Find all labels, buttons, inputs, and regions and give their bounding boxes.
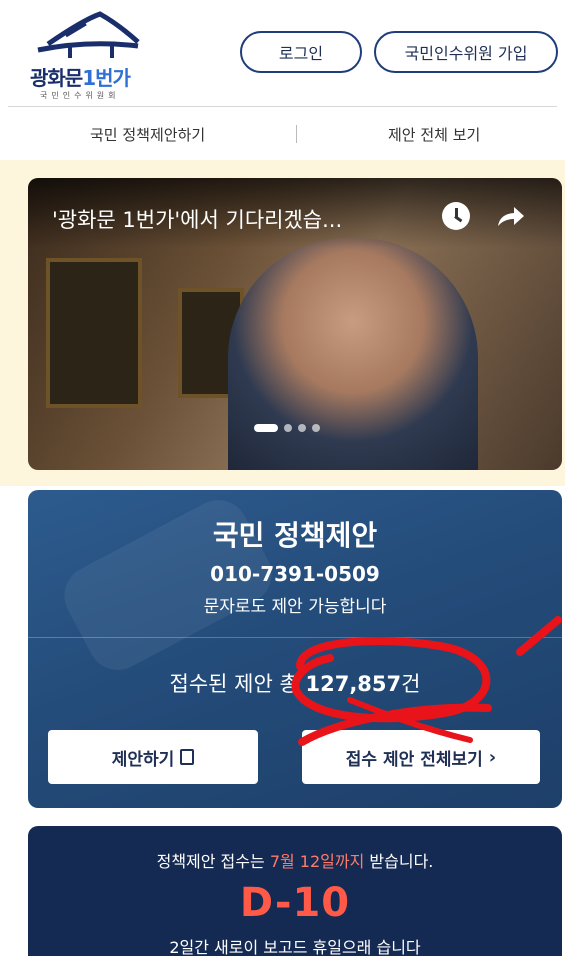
mobile-icon <box>180 749 195 765</box>
deadline-banner: 정책제안 접수는 7월 12일까지 받습니다. D-10 2일간 새로이 보고드… <box>28 826 562 957</box>
video-thumbnail <box>228 238 478 470</box>
proposal-phone-number[interactable]: 010-7391-0509 <box>28 562 562 586</box>
view-all-proposals-button[interactable]: 접수 제안 전체보기 › <box>302 730 540 784</box>
hero-section: '광화문 1번가'에서 기다리겠습... <box>0 160 565 486</box>
header-divider <box>8 106 557 107</box>
share-icon[interactable] <box>494 202 526 230</box>
logo-wordmark: 광화문1번가 <box>30 66 131 90</box>
logo-subtitle: 국민인수위원회 <box>40 91 120 100</box>
header: 광화문1번가 국민인수위원회 로그인 국민인수위원 가입 <box>0 0 565 108</box>
video-player[interactable]: '광화문 1번가'에서 기다리겠습... <box>28 178 562 470</box>
deadline-footer-text: 2일간 새로이 보고드 휴일으래 습니다 <box>169 938 421 957</box>
slide-dot[interactable] <box>298 424 306 432</box>
chevron-right-icon: › <box>488 746 497 768</box>
nav-separator <box>296 125 297 143</box>
proposal-count-value: 127,857 <box>305 672 402 696</box>
portrait-frame <box>46 258 142 408</box>
policy-proposal-card: 국민 정책제안 010-7391-0509 문자로도 제안 가능합니다 접수된 … <box>28 490 562 808</box>
proposal-sms-note: 문자로도 제안 가능합니다 <box>203 597 387 617</box>
slide-dot[interactable] <box>284 424 292 432</box>
join-button[interactable]: 국민인수위원 가입 <box>374 31 558 73</box>
d-day-counter: D-10 <box>239 880 351 926</box>
login-button[interactable]: 로그인 <box>240 31 362 73</box>
nav-view-all-proposals[interactable]: 제안 전체 보기 <box>388 124 480 145</box>
roof-logo-icon <box>37 11 140 58</box>
site-logo[interactable]: 광화문1번가 국민인수위원회 <box>28 10 148 100</box>
slide-dot[interactable] <box>254 424 278 432</box>
proposal-count: 접수된 제안 총 127,857건 <box>169 672 421 696</box>
slide-dot[interactable] <box>312 424 320 432</box>
slide-indicator <box>254 424 320 432</box>
proposal-divider <box>28 637 562 638</box>
propose-button[interactable]: 제안하기 <box>48 730 258 784</box>
sub-navigation: 국민 정책제안하기 제안 전체 보기 <box>0 108 565 160</box>
deadline-notice: 정책제안 접수는 7월 12일까지 받습니다. <box>156 852 434 871</box>
nav-propose-policy[interactable]: 국민 정책제안하기 <box>90 124 205 145</box>
clock-icon[interactable] <box>442 202 470 230</box>
video-title: '광화문 1번가'에서 기다리겠습... <box>52 208 343 232</box>
proposal-title: 국민 정책제안 <box>212 519 378 552</box>
